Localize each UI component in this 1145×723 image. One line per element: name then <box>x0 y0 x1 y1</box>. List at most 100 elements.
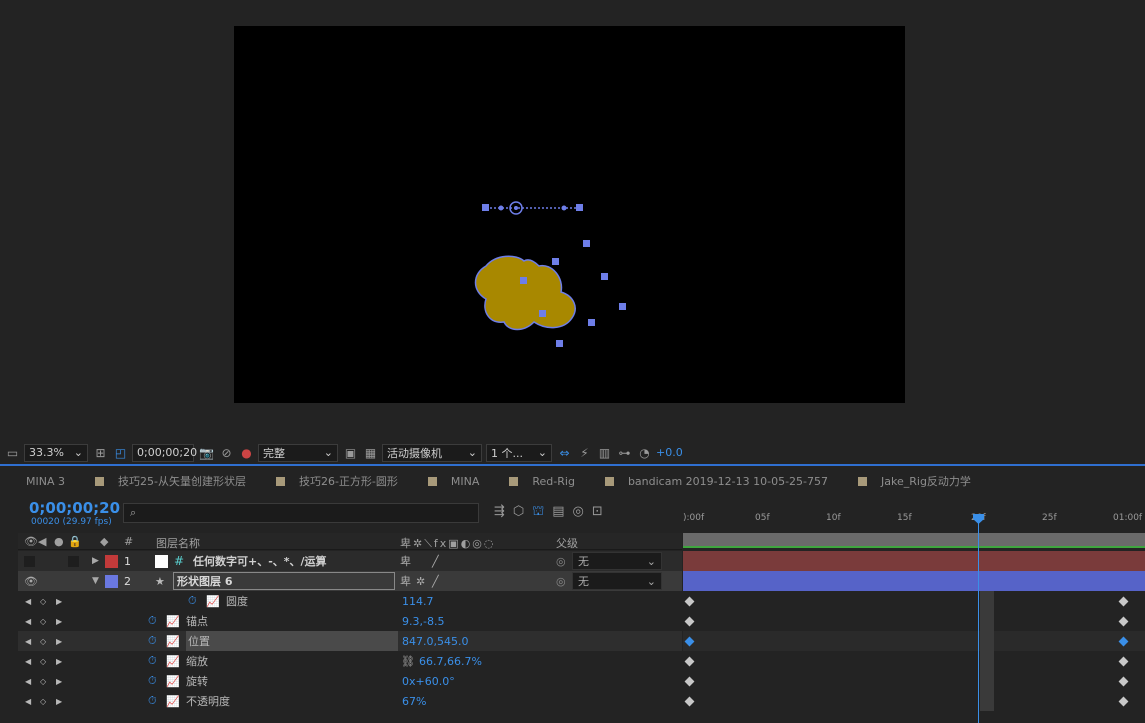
property-name[interactable]: 不透明度 <box>186 691 230 711</box>
add-keyframe-icon[interactable]: ◇ <box>40 691 46 711</box>
next-keyframe-icon[interactable]: ▶ <box>56 691 62 711</box>
stopwatch-icon[interactable]: ⏱ <box>148 611 157 631</box>
audio-icon[interactable]: ◀ <box>38 535 46 548</box>
shy-switch[interactable]: 卑 <box>400 571 411 591</box>
parent-dropdown[interactable]: 无 ⌄ <box>572 552 662 570</box>
prev-keyframe-icon[interactable]: ◀ <box>25 691 31 711</box>
constrain-proportions-icon[interactable]: ⛓ <box>401 651 415 671</box>
color-channels-icon[interactable]: ● <box>238 444 255 461</box>
property-value[interactable]: 0x+60.0° <box>402 671 455 691</box>
lock-toggle[interactable] <box>68 555 79 567</box>
property-value[interactable]: 114.7 <box>402 591 434 611</box>
keyframe-diamond[interactable] <box>1118 696 1129 707</box>
keyframe-lane[interactable] <box>683 611 1145 631</box>
keyframe-diamond[interactable] <box>1118 616 1129 627</box>
exposure-value[interactable]: +0.0 <box>656 443 683 462</box>
show-snapshot-icon[interactable]: ⊘ <box>218 444 235 461</box>
keyframe-diamond[interactable] <box>684 676 695 687</box>
tab-mina[interactable]: MINA <box>412 466 494 496</box>
layer-row-2[interactable]: 👁 ▼ 2 ★ 形状图层 6 卑 ✲ ╱ ◎ 无 ⌄ <box>18 571 682 591</box>
tab-tip26[interactable]: 技巧26-正方形-圆形 <box>260 466 412 496</box>
eye-icon[interactable]: 👁 <box>24 535 38 548</box>
keyframe-diamond[interactable] <box>684 596 695 607</box>
property-row[interactable]: ◀ ◇ ▶ ⏱ 📈 锚点 9.3,-8.5 <box>18 611 682 631</box>
grid-icon[interactable]: ⊞ <box>92 444 109 461</box>
monitor-icon[interactable]: ▭ <box>4 444 21 461</box>
stopwatch-icon[interactable]: ⏱ <box>148 631 157 651</box>
views-dropdown[interactable]: 1 个... ⌄ <box>486 443 552 462</box>
property-row[interactable]: ◀ ◇ ▶ ⏱ 📈 不透明度 67% <box>18 691 682 711</box>
keyframe-diamond[interactable] <box>684 656 695 667</box>
work-area-bar[interactable] <box>683 533 1145 546</box>
next-keyframe-icon[interactable]: ▶ <box>56 631 62 651</box>
solo-icon[interactable]: ● <box>54 535 64 548</box>
quality-switch[interactable]: ╱ <box>432 571 439 591</box>
region-of-interest-icon[interactable]: ▣ <box>342 444 359 461</box>
composition-canvas[interactable] <box>234 26 905 403</box>
layer-name[interactable]: 任何数字可+、-、*、/运算 <box>193 551 327 571</box>
stopwatch-icon[interactable]: ⏱ <box>148 651 157 671</box>
add-keyframe-icon[interactable]: ◇ <box>40 591 46 611</box>
property-value[interactable]: 847.0,545.0 <box>402 631 468 651</box>
tab-mina-3[interactable]: MINA 3 <box>0 466 95 496</box>
property-value[interactable]: 67% <box>402 691 426 711</box>
add-keyframe-icon[interactable]: ◇ <box>40 631 46 651</box>
toggle-pixel-aspect-icon[interactable]: ⇔ <box>556 444 573 461</box>
camera-icon[interactable]: 📷 <box>198 444 215 461</box>
add-keyframe-icon[interactable]: ◇ <box>40 671 46 691</box>
next-keyframe-icon[interactable]: ▶ <box>56 671 62 691</box>
layer-row-1[interactable]: ▶ 1 # 任何数字可+、-、*、/运算 卑 ╱ ◎ 无 ⌄ <box>18 551 682 571</box>
time-ruler[interactable]: ):00f05f10f15f20f25f01:00f <box>683 500 1145 533</box>
graph-icon[interactable]: 📈 <box>166 611 180 631</box>
keyframe-lane[interactable] <box>683 591 1145 611</box>
collapse-arrow-icon[interactable]: ▼ <box>92 571 99 591</box>
layer-1-duration-bar[interactable] <box>683 551 1145 571</box>
graph-icon[interactable]: 📈 <box>166 651 180 671</box>
quality-switch[interactable]: ╱ <box>432 551 439 571</box>
prev-keyframe-icon[interactable]: ◀ <box>25 671 31 691</box>
next-keyframe-icon[interactable]: ▶ <box>56 591 62 611</box>
graph-editor-icon[interactable]: ⊡ <box>592 504 603 521</box>
property-name[interactable]: 锚点 <box>186 611 208 631</box>
property-row[interactable]: ◀ ◇ ▶ ⏱ 📈 旋转 0x+60.0° <box>18 671 682 691</box>
keyframe-lane[interactable] <box>683 631 1145 651</box>
layer-label-color[interactable] <box>105 574 118 588</box>
parent-dropdown[interactable]: 无 ⌄ <box>572 572 662 590</box>
collapse-switch[interactable]: ✲ <box>416 571 425 591</box>
property-name[interactable]: 缩放 <box>186 651 208 671</box>
reset-exposure-icon[interactable]: ◔ <box>636 444 653 461</box>
motion-blur-icon[interactable]: ◎ <box>573 504 584 521</box>
zoom-dropdown[interactable]: 33.3% ⌄ <box>24 443 88 462</box>
add-keyframe-icon[interactable]: ◇ <box>40 611 46 631</box>
transparency-grid-icon[interactable]: ▦ <box>362 444 379 461</box>
layer-name-header[interactable]: 图层名称 <box>156 535 200 551</box>
stopwatch-icon[interactable]: ⏱ <box>188 591 197 611</box>
graph-icon[interactable]: 📈 <box>166 671 180 691</box>
fast-preview-icon[interactable]: ⚡ <box>576 444 593 461</box>
camera-dropdown[interactable]: 活动摄像机 ⌄ <box>382 443 482 462</box>
resolution-dropdown[interactable]: 完整 ⌄ <box>258 443 338 462</box>
tab-bandicam[interactable]: bandicam 2019-12-13 10-05-25-757 <box>589 466 842 496</box>
next-keyframe-icon[interactable]: ▶ <box>56 651 62 671</box>
stopwatch-icon[interactable]: ⏱ <box>148 691 157 711</box>
visibility-toggle[interactable] <box>24 555 35 567</box>
shy-layers-icon[interactable]: ⛫ <box>532 504 544 521</box>
layer-2-duration-bar[interactable] <box>683 571 1145 591</box>
layer-label-color[interactable] <box>105 554 118 568</box>
mask-toggle-icon[interactable]: ◰ <box>112 444 129 461</box>
viewer-timecode[interactable]: 0;00;00;20 <box>132 443 197 462</box>
keyframe-diamond[interactable] <box>684 616 695 627</box>
playhead[interactable] <box>978 514 979 723</box>
graph-icon[interactable]: 📈 <box>206 591 220 611</box>
draft-3d-icon[interactable]: ⬡ <box>513 504 524 521</box>
keyframe-diamond[interactable] <box>684 696 695 707</box>
keyframe-diamond[interactable] <box>1118 596 1129 607</box>
graph-icon[interactable]: 📈 <box>166 691 180 711</box>
property-name[interactable]: 位置 <box>186 631 398 651</box>
lock-icon[interactable]: 🔒 <box>68 535 82 548</box>
property-row[interactable]: ◀ ◇ ▶ ⏱ 📈 缩放 ⛓ 66.7,66.7% <box>18 651 682 671</box>
property-row[interactable]: ◀ ◇ ▶ ⏱ 📈 位置 847.0,545.0 <box>18 631 682 651</box>
shy-switch[interactable]: 卑 <box>400 551 411 571</box>
keyframe-lane[interactable] <box>683 671 1145 691</box>
tab-tip25[interactable]: 技巧25-从矢量创建形状层 <box>94 466 260 496</box>
